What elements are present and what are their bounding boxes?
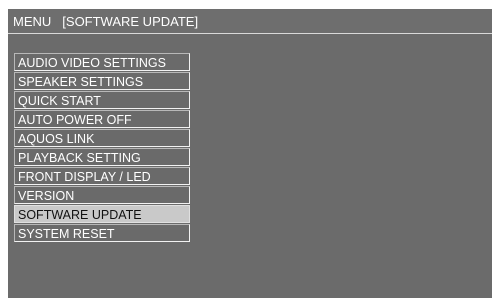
title-bar: MENU [SOFTWARE UPDATE]: [8, 9, 492, 34]
menu-item-system-reset[interactable]: SYSTEM RESET: [14, 224, 190, 242]
menu-item-version[interactable]: VERSION: [14, 186, 190, 204]
menu-title: MENU: [13, 13, 52, 29]
menu-item-software-update[interactable]: SOFTWARE UPDATE: [14, 205, 190, 223]
menu-item-front-display-led[interactable]: FRONT DISPLAY / LED: [14, 167, 190, 185]
current-section-title: [SOFTWARE UPDATE]: [62, 13, 199, 29]
menu-item-aquos-link[interactable]: AQUOS LINK: [14, 129, 190, 147]
menu-item-quick-start[interactable]: QUICK START: [14, 91, 190, 109]
menu-item-speaker-settings[interactable]: SPEAKER SETTINGS: [14, 72, 190, 90]
menu-screen: MENU [SOFTWARE UPDATE] AUDIO VIDEO SETTI…: [8, 9, 492, 298]
menu-item-playback-setting[interactable]: PLAYBACK SETTING: [14, 148, 190, 166]
settings-menu-list: AUDIO VIDEO SETTINGS SPEAKER SETTINGS QU…: [14, 53, 190, 243]
menu-item-auto-power-off[interactable]: AUTO POWER OFF: [14, 110, 190, 128]
menu-item-audio-video-settings[interactable]: AUDIO VIDEO SETTINGS: [14, 53, 190, 71]
